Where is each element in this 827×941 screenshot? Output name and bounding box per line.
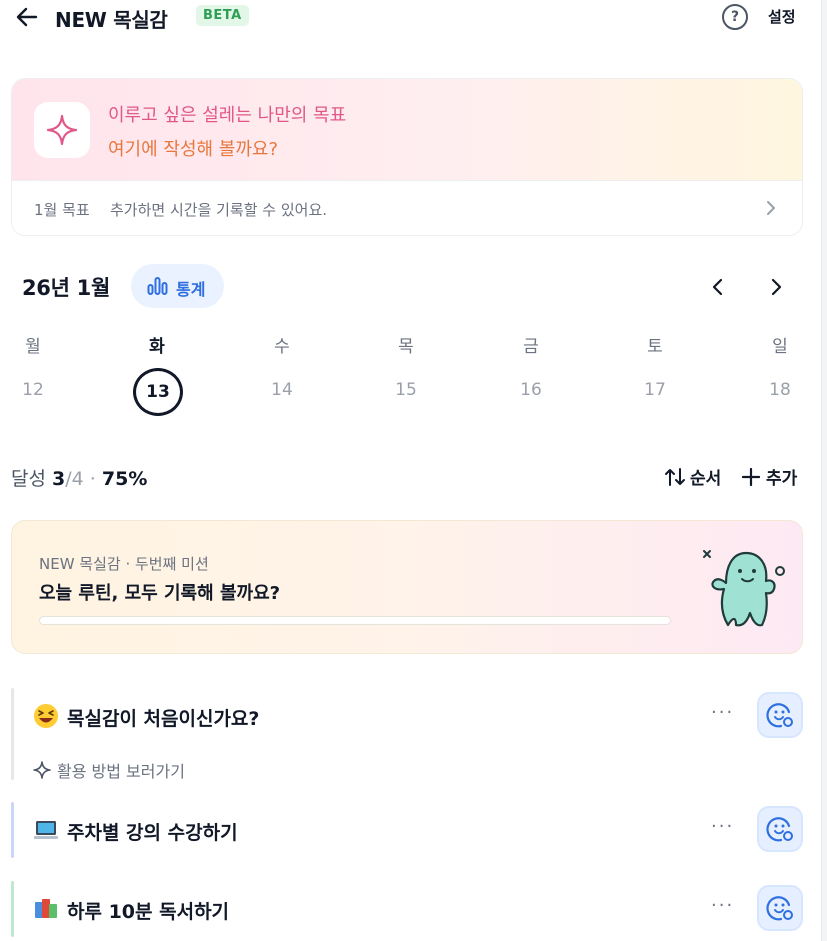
howto-label: 활용 방법 보러가기 — [57, 762, 185, 781]
sparkle-small-icon — [33, 761, 51, 779]
calendar-day[interactable]: 15 — [382, 380, 430, 404]
routine-title: 주차별 강의 수강하기 — [67, 822, 238, 844]
routine-stripe — [11, 688, 14, 780]
question-icon: ? — [730, 9, 740, 25]
laptop-emoji-icon — [34, 821, 58, 839]
more-options-button[interactable]: ··· — [711, 895, 734, 916]
howto-link[interactable]: 활용 방법 보러가기 — [33, 758, 185, 782]
books-emoji-icon — [35, 899, 57, 918]
goal-card: 이루고 싶은 설레는 나만의 목표 여기에 작성해 볼까요? 1월 목표 추가하… — [11, 78, 803, 236]
achievement-label: 달성 — [11, 468, 46, 490]
mission-progress-bar — [39, 616, 671, 625]
weekday-label: 화 — [149, 337, 165, 357]
routine-item[interactable]: 목실감이 처음이신가요? ··· 활용 방법 보러가기 — [11, 688, 803, 782]
mascot-illustration — [703, 550, 785, 627]
grinning-squint-emoji-icon — [34, 704, 58, 728]
smile-timer-icon — [766, 703, 793, 728]
sparkle-icon — [46, 114, 78, 146]
achievement-percent: 75% — [101, 468, 148, 490]
record-time-button[interactable] — [757, 885, 803, 931]
weekday-label: 목 — [398, 337, 414, 357]
weekday-label: 토 — [647, 337, 663, 357]
bar-chart-icon — [147, 277, 168, 295]
mission-title: 오늘 루틴, 모두 기록해 볼까요? — [39, 583, 281, 604]
help-button[interactable]: ? — [722, 4, 748, 30]
chevron-right-icon — [767, 201, 775, 215]
add-label: 추가 — [766, 469, 798, 489]
achievement-separator: · — [89, 468, 96, 490]
routine-stripe — [11, 881, 14, 937]
order-button[interactable]: 순서 — [664, 464, 721, 489]
routine-item[interactable]: 주차별 강의 수강하기 ··· — [11, 802, 803, 858]
record-time-button[interactable] — [757, 692, 803, 738]
arrow-left-icon — [16, 7, 38, 27]
calendar-day[interactable]: 14 — [258, 380, 306, 404]
calendar-day[interactable]: 17 — [631, 380, 679, 404]
routine-title: 하루 10분 독서하기 — [67, 901, 230, 923]
sort-arrows-icon — [665, 467, 685, 486]
routine-title: 목실감이 처음이신가요? — [67, 708, 260, 730]
plus-icon — [742, 467, 760, 486]
achievement-total: /4 — [65, 468, 84, 490]
header: NEW 목실감 BETA ? 설정 — [0, 0, 815, 36]
mission-card[interactable]: NEW 목실감 · 두번째 미션 오늘 루틴, 모두 기록해 볼까요? — [11, 520, 803, 654]
achievement-done: 3 — [52, 468, 66, 490]
next-week-button[interactable] — [766, 276, 786, 298]
routine-item[interactable]: 하루 10분 독서하기 ··· — [11, 881, 803, 937]
routine-stripe — [11, 802, 14, 858]
calendar-day-today[interactable]: 13 — [133, 368, 183, 416]
back-button[interactable] — [14, 4, 40, 30]
order-label: 순서 — [690, 469, 722, 489]
smile-timer-icon — [766, 896, 793, 921]
weekday-label: 월 — [25, 337, 41, 357]
more-options-button[interactable]: ··· — [711, 816, 734, 837]
calendar-day[interactable]: 16 — [507, 380, 555, 404]
monthly-goal-row[interactable]: 1월 목표 추가하면 시간을 기록할 수 있어요. — [12, 180, 802, 235]
sparkle-icon-box — [34, 102, 90, 158]
stats-button[interactable]: 통계 — [131, 264, 224, 308]
weekday-label: 수 — [274, 337, 290, 357]
goal-card-header[interactable]: 이루고 싶은 설레는 나만의 목표 여기에 작성해 볼까요? — [12, 79, 802, 180]
achievement-summary: 달성 3/4 · 75% — [11, 464, 147, 491]
goal-prompt-line1: 이루고 싶은 설레는 나만의 목표 — [108, 105, 347, 126]
prev-week-button[interactable] — [708, 276, 728, 298]
record-time-button[interactable] — [757, 806, 803, 852]
scrollbar[interactable] — [821, 0, 827, 941]
calendar-day[interactable]: 12 — [9, 380, 57, 404]
more-options-button[interactable]: ··· — [711, 702, 734, 723]
weekday-label: 일 — [772, 337, 788, 357]
calendar-day[interactable]: 18 — [756, 380, 804, 404]
goal-prompt-line2: 여기에 작성해 볼까요? — [108, 139, 279, 160]
smile-timer-icon — [766, 817, 793, 842]
add-routine-button[interactable]: 추가 — [742, 464, 797, 489]
stats-label: 통계 — [176, 280, 206, 299]
month-title: 26년 1월 — [22, 276, 110, 300]
weekday-label: 금 — [523, 337, 539, 357]
page-title: NEW 목실감 — [55, 8, 168, 32]
goal-hint: 추가하면 시간을 기록할 수 있어요. — [110, 201, 328, 219]
settings-button[interactable]: 설정 — [768, 6, 796, 27]
mission-subtitle: NEW 목실감 · 두번째 미션 — [39, 555, 209, 573]
goal-month-label: 1월 목표 — [34, 201, 90, 219]
beta-badge: BETA — [196, 5, 249, 26]
